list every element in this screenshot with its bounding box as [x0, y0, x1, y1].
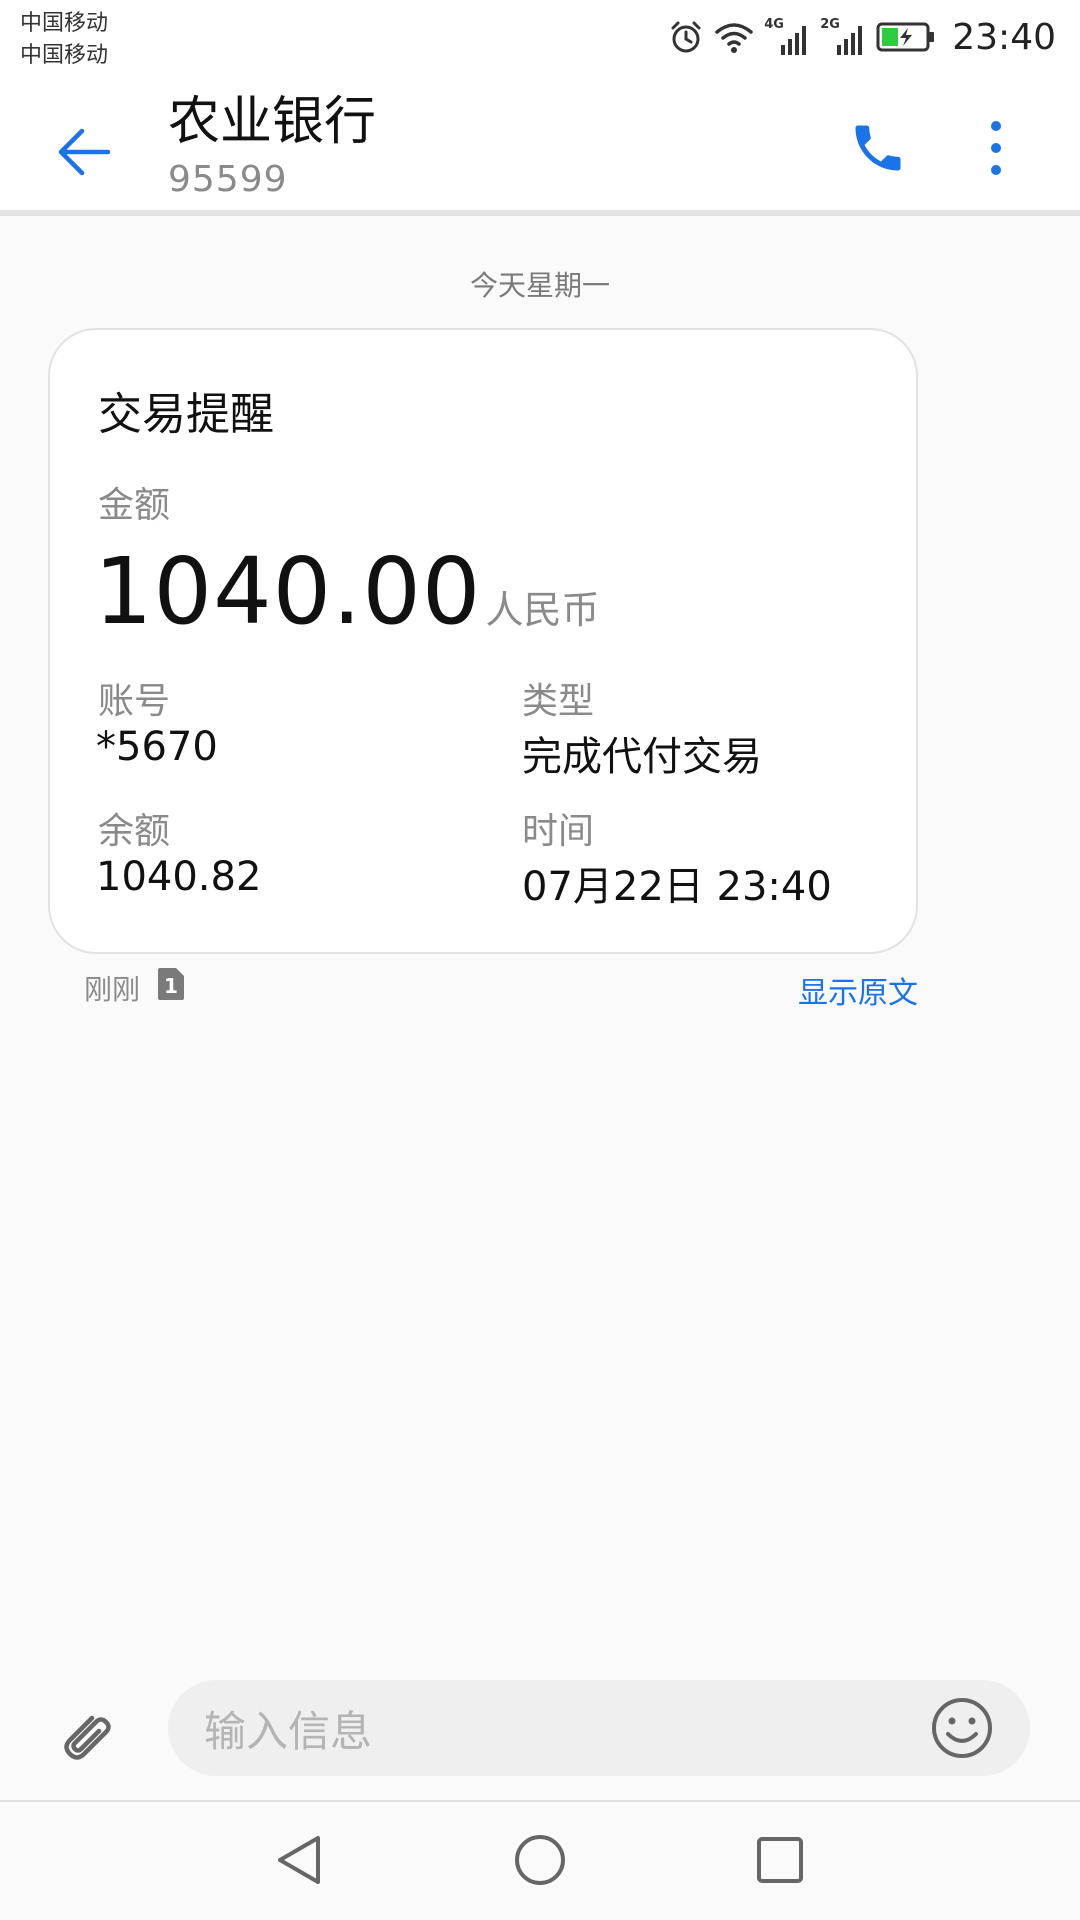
battery-charging-icon	[876, 22, 935, 52]
message-timestamp: 刚刚	[84, 973, 141, 1006]
show-original-link[interactable]: 显示原文	[798, 968, 918, 1012]
compose-bar: 输入信息	[0, 1660, 1080, 1800]
amount-value: 1040.00	[94, 538, 482, 645]
contact-name: 农业银行	[168, 92, 377, 152]
signal-icon	[837, 26, 863, 55]
emoji-button[interactable]	[922, 1688, 1002, 1768]
carrier-1: 中国移动	[20, 11, 109, 36]
back-button[interactable]	[44, 112, 124, 192]
conversation-title: 农业银行 95599	[168, 88, 376, 204]
status-time: 23:40	[952, 16, 1056, 58]
attach-icon	[64, 1715, 111, 1760]
app-bar: 农业银行 95599	[0, 78, 1080, 210]
back-arrow-icon	[58, 128, 111, 176]
account-value: *5670	[96, 724, 218, 770]
carrier-labels: 中国移动 中国移动	[20, 8, 108, 72]
nav-back-button[interactable]	[260, 1820, 340, 1900]
sim-card-icon: 1	[158, 968, 184, 1000]
amount-label: 金额	[98, 485, 171, 526]
card-title: 交易提醒	[98, 389, 274, 440]
balance-value: 1040.82	[96, 854, 262, 900]
message-input-placeholder: 输入信息	[204, 1706, 373, 1756]
account-label: 账号	[98, 681, 171, 722]
nav-home-button[interactable]	[500, 1820, 580, 1900]
status-icons: 4G 2G 23:40	[668, 14, 1056, 60]
amount-row: 1040.00 人民币	[94, 538, 599, 645]
date-separator: 今天星期一	[469, 269, 610, 302]
sim-slot-number: 1	[164, 974, 178, 998]
carrier-2: 中国移动	[20, 43, 109, 68]
more-vert-icon	[991, 121, 1001, 175]
signal-4g: 4G	[764, 17, 810, 57]
nav-home-icon	[515, 1835, 565, 1885]
signal-icon	[781, 26, 807, 55]
attach-button[interactable]	[44, 1696, 124, 1776]
balance-label: 余额	[98, 811, 171, 852]
status-bar: 中国移动 中国移动 4G 2G 23:40	[0, 0, 1080, 78]
app-bar-divider	[0, 210, 1080, 216]
type-label: 类型	[522, 681, 595, 722]
nav-recents-button[interactable]	[740, 1820, 820, 1900]
time-label: 时间	[522, 811, 595, 852]
phone-icon	[855, 125, 901, 171]
call-button[interactable]	[838, 108, 918, 188]
signal-2g: 2G	[820, 17, 866, 57]
nav-recents-icon	[757, 1837, 803, 1883]
contact-number: 95599	[168, 159, 288, 200]
message-input[interactable]: 输入信息	[168, 1680, 1030, 1776]
time-value: 07月22日 23:40	[522, 864, 832, 910]
alarm-icon	[671, 21, 701, 53]
type-value: 完成代付交易	[522, 734, 762, 780]
navigation-bar	[0, 1802, 1080, 1920]
amount-currency: 人民币	[485, 588, 600, 632]
emoji-icon	[932, 1698, 992, 1758]
wifi-icon	[715, 23, 753, 53]
transaction-message-card[interactable]: 交易提醒 金额 1040.00 人民币 账号 *5670 类型 完成代付交易 余…	[48, 328, 918, 954]
nav-back-icon	[278, 1836, 320, 1884]
more-options-button[interactable]	[956, 108, 1036, 188]
